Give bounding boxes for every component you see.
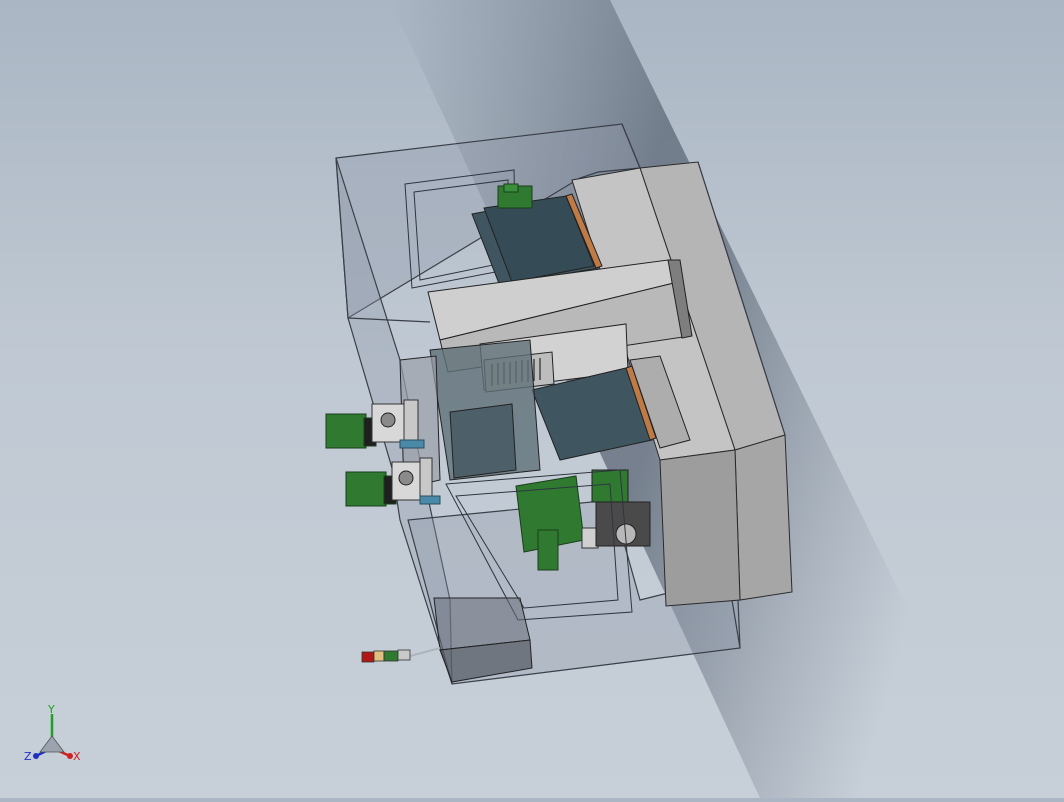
upper-motor[interactable] — [497, 183, 533, 209]
triad-z-tip-icon — [33, 753, 39, 759]
graphics-viewport[interactable] — [0, 0, 1064, 798]
left-motor-lower[interactable] — [345, 457, 433, 507]
base-pedestal[interactable] — [433, 597, 533, 683]
model-canvas[interactable] — [0, 0, 1064, 798]
triad-z-label: Z — [24, 750, 32, 763]
triad-x-label: X — [73, 750, 81, 763]
signal-cable — [409, 647, 441, 657]
triad-y-label: Y — [47, 703, 55, 716]
reference-triad: Y X Z — [24, 703, 81, 763]
triad-center-icon — [39, 735, 65, 753]
signal-tower-light[interactable] — [361, 649, 411, 663]
